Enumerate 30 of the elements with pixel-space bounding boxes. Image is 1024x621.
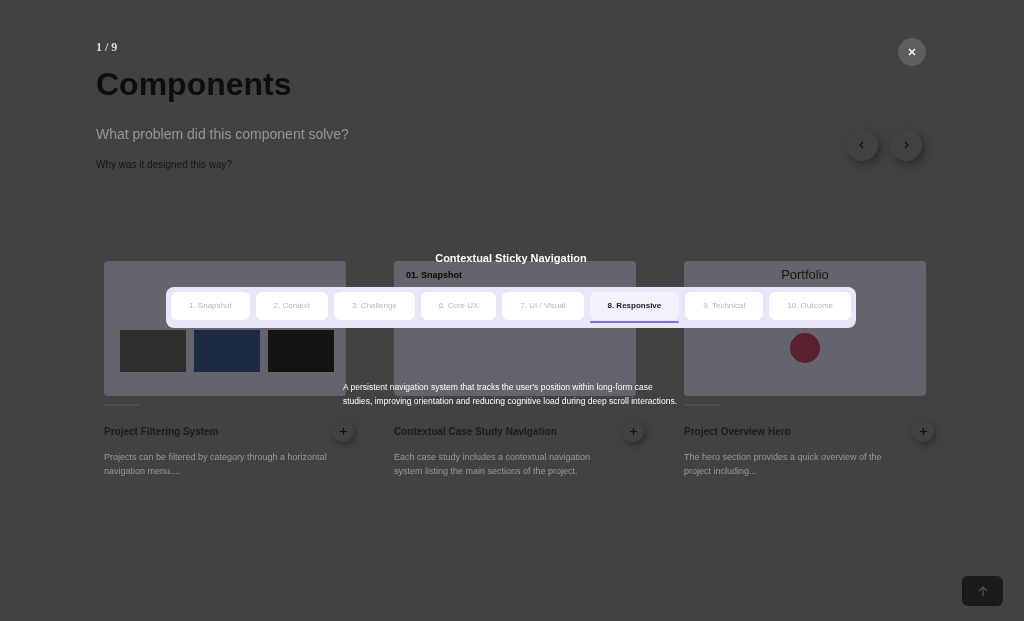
close-icon: [908, 48, 916, 56]
photo-placeholder: [194, 330, 260, 372]
thumbnail-heading: 01. Snapshot: [406, 269, 462, 282]
section-tab[interactable]: 10. Outcome: [769, 291, 851, 320]
chevron-right-icon: [902, 141, 910, 149]
section-tab[interactable]: 6. Core UX: [420, 291, 497, 320]
slide-counter: 1 / 9: [96, 39, 119, 56]
chevron-left-icon: [858, 141, 866, 149]
photo-placeholder: [790, 332, 820, 363]
section-tab[interactable]: 8. Responsive: [589, 291, 680, 320]
scroll-top-button[interactable]: [962, 576, 1003, 606]
expand-button[interactable]: [332, 420, 354, 442]
card-description: Each case study includes a contextual navigation system listing the main sections of the project.: [394, 451, 592, 479]
plus-icon: [629, 427, 637, 435]
expand-button[interactable]: [912, 420, 934, 442]
card-description: Projects can be filtered by category through a horizontal navigation menu....: [104, 451, 328, 479]
question-text: What problem did this component solve?: [96, 125, 349, 144]
photo-placeholder: [268, 330, 334, 372]
thumbnail-heading: Portfolio: [781, 266, 829, 284]
modal-description: A persistent navigation system that tracks the user's position within long-form case studies, improving orientation and reducing cognitive load during deep scroll interactions.: [343, 380, 679, 409]
plus-icon: [339, 427, 347, 435]
section-tab[interactable]: 2. Context: [255, 291, 328, 320]
arrow-up-icon: [977, 585, 988, 597]
card-description: The hero section provides a quick overview of the project including...: [684, 451, 883, 479]
section-tab[interactable]: 1. Snapshot: [171, 291, 250, 320]
plus-icon: [919, 427, 927, 435]
expand-button[interactable]: [622, 420, 644, 442]
photo-placeholder: [120, 330, 186, 372]
modal-title: Contextual Sticky Navigation: [435, 251, 587, 266]
close-button[interactable]: [898, 38, 926, 66]
